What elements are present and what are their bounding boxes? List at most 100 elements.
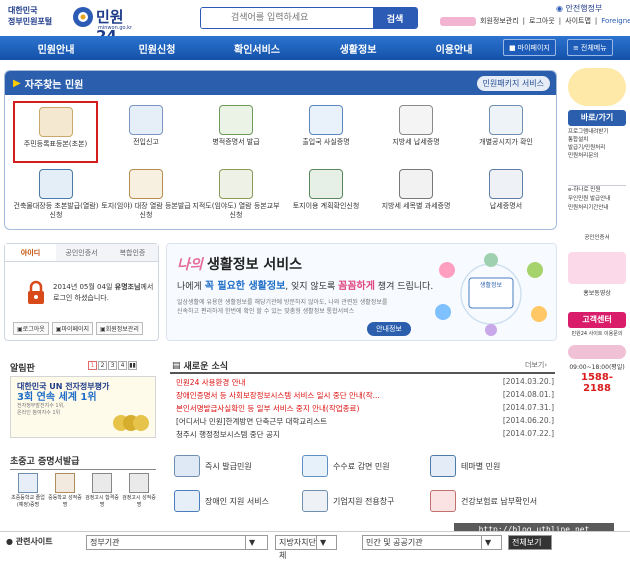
local-gov-select[interactable]: 지방자치단체 [275,535,317,560]
heart-icon [430,490,456,512]
nav-life-info[interactable]: 생활정보 [312,41,404,56]
minwon24-logo[interactable]: 민원24 minwon.go.kr [70,2,140,45]
mypage-button[interactable]: ■ 마이페이지 [503,39,556,56]
notice-board: 알림판 1 2 3 4 ▮▮ 대한민국 UN 전자정부평가 3회 연속 세계 1… [4,356,159,442]
doc-item-graduation[interactable]: 초중등학교 졸업(예정)증명 [10,473,46,509]
search-button[interactable]: 검색 [373,8,417,28]
freq-item-immigration[interactable]: 출입국 사실증명 [281,101,371,163]
callcenter-sub: 민원24 사이트 이용문의 [571,331,623,337]
magnifier-icon [489,105,523,135]
gov-agency-select[interactable]: 정부기관 [86,535,246,550]
freq-item-building-ledger[interactable]: 건축물대장등 초본발급(열람)신청 [11,165,101,227]
e-service-item[interactable]: 무인민원 발급안내 [568,195,626,204]
doc-item-ged-pass[interactable]: 검정고시 합격증명 [84,473,120,509]
nav-verify-service[interactable]: 확인서비스 [202,41,312,56]
news-item[interactable]: 민원24 사용환경 안내 [2014.03.20.] [176,377,554,388]
life-info-banner[interactable]: 나의 생활정보 서비스 나에게 꼭 필요한 생활정보, 잊지 않도록 꼼꼼하게 … [166,243,557,341]
tab-certificate[interactable]: 공인인증서 [56,244,107,261]
doc-item-grades[interactable]: 중등학교 성적증명 [47,473,83,509]
menu-icon: ≡ [573,43,579,52]
related-sites-label: ● 관련사이트 [6,537,53,546]
foreigner-link[interactable]: Foreigner [601,17,630,25]
related-sites-footer: ● 관련사이트 정부기관 ▼ 지방자치단체 ▼ 민간 및 공공기관 ▼ 전체보기 [0,531,630,560]
promo-video-link[interactable]: 홍보동영상 [568,288,626,297]
brand-url: minwon.go.kr [98,25,133,31]
health-insurance-button[interactable]: 건강보험료 납부확인서 [430,485,537,517]
theme-minwon-button[interactable]: 테마별 민원 [430,450,500,482]
gov-agency-dropdown-icon[interactable]: ▼ [246,535,268,550]
ministry-logo[interactable]: ◉ 안전행정부 [556,3,602,14]
chevron-right-icon: › [544,361,548,369]
freq-item-land-price[interactable]: 개별공시지가 확인 [461,101,551,163]
play-pause-icon[interactable]: ▮▮ [128,361,137,370]
e-service-item[interactable]: 민원처리기간안내 [568,204,626,213]
freq-item-resident-copy[interactable]: 주민등록표등본(초본) [13,101,98,163]
news-item[interactable]: [어디서나 민원]한계방면 단축근무 대학교리스트 [2014.06.20.] [176,416,554,427]
local-gov-dropdown-icon[interactable]: ▼ [317,535,337,550]
nav-usage-guide[interactable]: 이용안내 [404,41,504,56]
banner-info-button[interactable]: 안내정보 [367,322,411,336]
view-all-button[interactable]: 전체보기 [508,535,552,550]
wallet-icon [302,455,328,477]
cert-badge[interactable]: 공인인증서 [568,233,626,241]
frequent-header: ▶ 자주찾는 민원 민원패키지 서비스 [5,71,556,95]
business-support-button[interactable]: 기업지원 전용창구 [302,485,394,517]
doc-item-ged-grades[interactable]: 검정고시 성적증명 [121,473,157,509]
airplane-icon [309,105,343,135]
top-links: 회원정보관리| 로그아웃| 사이트맵| Foreigner [440,16,630,26]
nav-minwon-apply[interactable]: 민원신청 [112,41,202,56]
calculator-icon [399,169,433,199]
search-input[interactable] [201,8,373,28]
mypage-small-button[interactable]: ▣마이페이지 [51,322,94,335]
news-item[interactable]: 청주시 행정정보시스템 중단 공지 [2014.07.22.] [176,429,554,440]
callcenter-phone: 1588-2188 [581,372,613,394]
member-info-link[interactable]: 회원정보관리 [480,16,519,26]
disability-service-button[interactable]: 장애인 지원 서비스 [174,485,269,517]
news-item[interactable]: 본인서명발급사실확인 등 일부 서비스 중지 안내(작업종료) [2014.07.… [176,403,554,414]
lock-icon [28,280,44,304]
nav-minwon-guide[interactable]: 민원안내 [0,41,112,56]
page-1[interactable]: 1 [88,361,97,370]
quick-go-item[interactable]: 통합설치 [568,136,626,144]
page-2[interactable]: 2 [98,361,107,370]
news-item[interactable]: 장애인증명서 등 사회보장정보시스템 서비스 일시 중단 안내(작... [201… [176,390,554,401]
tab-complex[interactable]: 복합인증 [107,244,158,261]
gov-portal-logo[interactable]: 대한민국 정부민원포털 [8,5,68,29]
fee-reduction-button[interactable]: 수수료 감면 민원 [302,450,390,482]
map-icon [219,169,253,199]
notice-card[interactable]: 대한민국 UN 전자정부평가 3회 연속 세계 1위 전자정부발전지수 1위, … [10,376,156,438]
page-4[interactable]: 4 [118,361,127,370]
member-manage-button[interactable]: ▣회원정보관리 [96,322,143,335]
quick-go-item[interactable]: 발급기/민원처리 [568,144,626,152]
freq-item-tax-payment[interactable]: 납세증명서 [461,165,551,227]
allmenu-button[interactable]: ≡ 전체메뉴 [567,39,613,56]
quick-go-item[interactable]: 민원처리문의 [568,152,626,160]
freq-item-local-tax[interactable]: 지방세 납세증명 [371,101,461,163]
notice-pager: 1 2 3 4 ▮▮ [88,361,137,370]
freq-item-tax-item[interactable]: 지방세 세목별 과세증명 [371,165,461,227]
e-service-item[interactable]: e-하나로 민원 [568,186,626,195]
main-nav: 민원안내 민원신청 확인서비스 생활정보 이용안내 ■ 마이페이지 ≡ 전체메뉴 [0,36,630,60]
news-more-link[interactable]: 더보기› [525,360,547,370]
hompage-badge-icon[interactable] [568,252,626,284]
freq-item-land-use[interactable]: 토지이용 계획확인신청 [281,165,371,227]
freq-item-cadastral-map[interactable]: 지적도(임야도) 열람 등본교부신청 [191,165,281,227]
private-public-dropdown-icon[interactable]: ▼ [482,535,502,550]
quick-go-item[interactable]: 프로그램내려받기 [568,128,626,136]
package-service-link[interactable]: 민원패키지 서비스 [476,76,550,91]
freq-item-move-in[interactable]: 전입신고 [101,101,191,163]
page-3[interactable]: 3 [108,361,117,370]
private-public-select[interactable]: 민간 및 공공기관 [362,535,482,550]
banner-desc: 일상생활에 유용한 생활정보를 해당기관에 방문하지 않아도, 나와 관련된 생… [177,299,388,315]
instant-issue-button[interactable]: 즉시 발급민원 [174,450,252,482]
sitemap-link[interactable]: 사이트맵 [565,16,591,26]
logout-link[interactable]: 로그아웃 [529,16,555,26]
freq-item-military[interactable]: 병적증명서 발급 [191,101,281,163]
freq-item-land-ledger[interactable]: 토지(임야) 대장 열람 등본발급신청 [101,165,191,227]
tab-id[interactable]: 아이디 [5,244,56,261]
frequent-minwon-panel: ▶ 자주찾는 민원 민원패키지 서비스 주민등록표등본(초본) 전입신고 병적증… [4,70,557,230]
logout-button[interactable]: ▣로그아웃 [13,322,49,335]
user-name-blur [440,16,476,26]
login-panel: 아이디 공인인증서 복합인증 2014년 05월 04일 유명조님께서 로그인 … [4,243,159,341]
news-title: 새로운 소식 [183,362,229,372]
